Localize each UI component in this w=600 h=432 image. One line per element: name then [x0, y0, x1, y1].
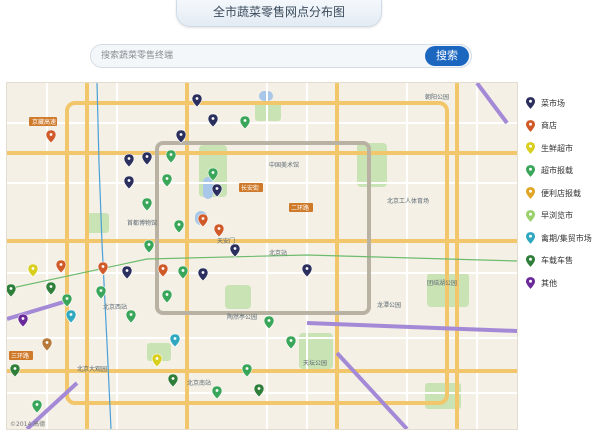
map-pin-icon [526, 142, 535, 155]
legend-label: 超市报载 [541, 166, 573, 176]
map-marker[interactable] [173, 219, 185, 234]
map-marker[interactable] [263, 315, 275, 330]
place-label: 龙潭公园 [377, 301, 401, 309]
map-pin-icon [526, 164, 535, 177]
svg-text:三环路: 三环路 [11, 352, 29, 360]
map-marker[interactable] [123, 175, 135, 190]
legend-item[interactable]: 早浏览市 [526, 205, 600, 228]
legend-item[interactable]: 商店 [526, 115, 600, 138]
map-marker[interactable] [123, 153, 135, 168]
legend-label: 其他 [541, 278, 557, 288]
map-marker[interactable] [161, 173, 173, 188]
map-view[interactable]: 京藏高速 长安街 二环路 三环路 北京西站 北京站 天安门 天坛公园 中国美术馆… [6, 82, 518, 430]
legend-label: 商店 [541, 121, 557, 131]
legend-label: 早浏览市 [541, 211, 573, 221]
place-label: 团结湖公园 [427, 279, 457, 287]
map-marker[interactable] [125, 309, 137, 324]
map-marker[interactable] [165, 149, 177, 164]
map-pin-icon [526, 209, 535, 222]
place-label: 首都博物馆 [127, 219, 157, 227]
map-marker[interactable] [197, 213, 209, 228]
map-legend: 菜市场 商店 生鲜超市 超市报载 便利店报载 早浏览市 禽期/集贸市场 车载车售… [526, 92, 600, 295]
map-pin-icon [526, 187, 535, 200]
map-marker[interactable] [55, 259, 67, 274]
legend-label: 生鲜超市 [541, 143, 573, 153]
map-marker[interactable] [157, 263, 169, 278]
page-title: 全市蔬菜零售网点分布图 [176, 0, 382, 27]
place-label: 北京南站 [187, 379, 211, 387]
place-label: 北京西站 [103, 303, 127, 311]
map-canvas[interactable]: 京藏高速 长安街 二环路 三环路 北京西站 北京站 天安门 天坛公园 中国美术馆… [7, 83, 517, 429]
legend-item[interactable]: 车载车售 [526, 250, 600, 273]
map-marker[interactable] [197, 267, 209, 282]
map-marker[interactable] [213, 223, 225, 238]
map-marker[interactable] [167, 373, 179, 388]
map-marker[interactable] [207, 113, 219, 128]
map-marker[interactable] [151, 353, 163, 368]
map-marker[interactable] [253, 383, 265, 398]
map-attribution: ©2014 高德 [10, 421, 46, 428]
map-marker[interactable] [141, 151, 153, 166]
map-pin-icon [526, 119, 535, 132]
place-label: 天坛公园 [303, 359, 327, 367]
place-label: 天安门 [217, 237, 235, 245]
place-label: 陶然亭公园 [227, 313, 257, 321]
svg-text:二环路: 二环路 [291, 204, 309, 212]
map-pin-icon [526, 232, 535, 245]
search-bar: 搜索 [90, 44, 472, 68]
map-pin-icon [526, 97, 535, 110]
map-marker[interactable] [31, 399, 43, 414]
map-marker[interactable] [211, 385, 223, 400]
map-marker[interactable] [9, 363, 21, 378]
map-marker[interactable] [161, 289, 173, 304]
svg-text:长安街: 长安街 [241, 184, 259, 192]
place-label: 朝阳公园 [425, 93, 449, 101]
legend-item[interactable]: 超市报载 [526, 160, 600, 183]
place-label: 中国美术馆 [269, 161, 299, 169]
map-marker[interactable] [191, 93, 203, 108]
map-marker[interactable] [121, 265, 133, 280]
map-marker[interactable] [41, 337, 53, 352]
metro-lines [7, 83, 517, 429]
legend-item[interactable]: 生鲜超市 [526, 137, 600, 160]
map-marker[interactable] [7, 283, 17, 298]
map-marker[interactable] [143, 239, 155, 254]
map-marker[interactable] [241, 363, 253, 378]
map-marker[interactable] [285, 335, 297, 350]
legend-item[interactable]: 禽期/集贸市场 [526, 227, 600, 250]
map-marker[interactable] [169, 333, 181, 348]
place-label: 北京工人体育场 [387, 197, 429, 205]
map-marker[interactable] [239, 115, 251, 130]
map-marker[interactable] [27, 263, 39, 278]
search-button[interactable]: 搜索 [425, 46, 469, 66]
map-pin-icon [526, 254, 535, 267]
map-marker[interactable] [17, 313, 29, 328]
map-marker[interactable] [301, 263, 313, 278]
legend-item[interactable]: 便利店报载 [526, 182, 600, 205]
map-marker[interactable] [229, 243, 241, 258]
svg-text:京藏高速: 京藏高速 [32, 118, 56, 126]
place-label: 北京大观园 [77, 365, 107, 373]
legend-label: 便利店报载 [541, 188, 581, 198]
legend-label: 车载车售 [541, 256, 573, 266]
legend-item[interactable]: 其他 [526, 272, 600, 295]
legend-item[interactable]: 菜市场 [526, 92, 600, 115]
place-label: 北京站 [269, 249, 287, 257]
legend-label: 禽期/集贸市场 [541, 233, 592, 243]
search-input[interactable] [101, 48, 411, 64]
legend-label: 菜市场 [541, 98, 565, 108]
map-pin-icon [526, 277, 535, 290]
map-marker[interactable] [61, 293, 73, 308]
map-marker[interactable] [141, 197, 153, 212]
